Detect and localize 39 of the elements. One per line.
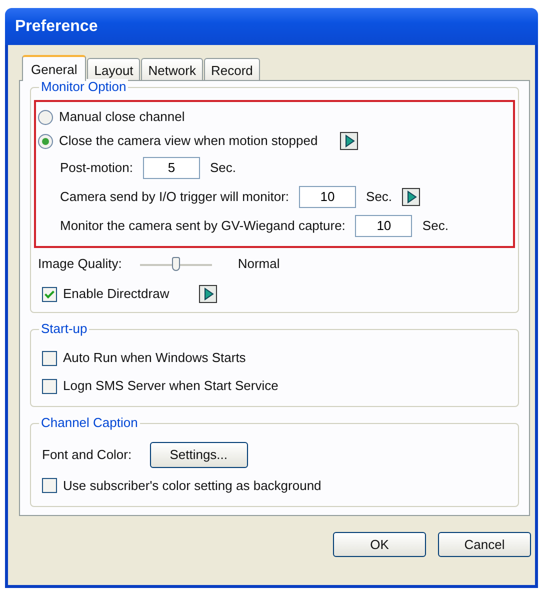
dialog-button[interactable]: Cancel — [438, 532, 531, 556]
checkbox-label: Auto Run when Windows Starts — [63, 349, 246, 368]
tab[interactable]: Record — [204, 58, 260, 80]
tab[interactable]: Layout — [87, 58, 140, 80]
group-title: Monitor Option — [39, 79, 128, 95]
input-field[interactable]: 10 — [299, 186, 356, 208]
unit-label: Sec. — [366, 188, 392, 206]
radio-button[interactable] — [38, 110, 53, 124]
play-icon[interactable] — [340, 132, 358, 150]
input-field[interactable]: 10 — [355, 214, 412, 236]
checkbox[interactable] — [42, 378, 57, 394]
radio-button[interactable] — [38, 134, 53, 148]
tab[interactable]: Network — [141, 58, 203, 80]
window-title: Preference — [15, 16, 98, 36]
radio-label: Close the camera view when motion stopped — [59, 132, 318, 150]
checkbox[interactable] — [42, 286, 57, 302]
checkbox[interactable] — [42, 350, 57, 366]
group-title: Start-up — [39, 321, 90, 337]
play-icon[interactable] — [199, 285, 218, 303]
checkbox[interactable] — [42, 478, 57, 493]
field-label: Camera send by I/O trigger will monitor: — [60, 188, 290, 206]
tab[interactable]: General — [22, 55, 86, 81]
field-label: Post-motion: — [60, 158, 133, 177]
unit-label: Sec. — [210, 158, 236, 177]
slider-thumb[interactable] — [172, 257, 180, 271]
input-field[interactable]: 5 — [142, 156, 200, 178]
checkbox-label: Enable Directdraw — [63, 285, 170, 304]
dialog-button[interactable]: OK — [333, 532, 426, 556]
play-icon[interactable] — [402, 188, 420, 206]
settings-button[interactable]: Settings... — [150, 442, 248, 468]
slider-label: Image Quality: — [38, 255, 122, 274]
checkbox-label: Use subscriber's color setting as background — [63, 476, 322, 495]
slider-reading: Normal — [238, 255, 280, 274]
group-title: Channel Caption — [39, 415, 140, 431]
field-label: Monitor the camera sent by GV-Wiegand capture: — [60, 216, 346, 235]
unit-label: Sec. — [422, 216, 448, 235]
checkbox-label: Logn SMS Server when Start Service — [63, 377, 278, 396]
field-label: Font and Color: — [42, 446, 132, 464]
radio-label: Manual close channel — [59, 108, 185, 126]
